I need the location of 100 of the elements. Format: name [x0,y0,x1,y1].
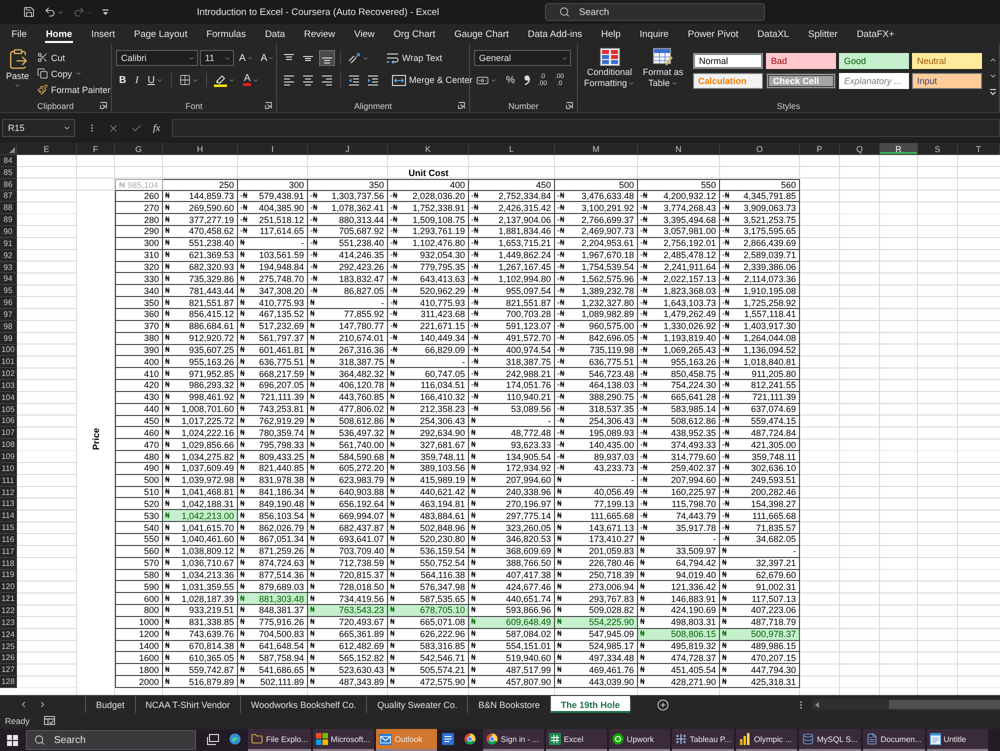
taskbar-app[interactable]: Excel [546,729,607,751]
row-number[interactable]: 107 [0,427,17,440]
taskbar-search-field[interactable]: Search [26,730,196,750]
plus-circle-icon[interactable] [656,698,669,710]
row-number[interactable]: 90 [0,226,17,238]
column-header[interactable]: Q [840,143,880,155]
row-number[interactable]: 120 [0,581,17,594]
format-as-table-button[interactable]: Format as Table [642,48,684,99]
row-number[interactable]: 84 [0,155,17,167]
paste-button[interactable]: Paste [4,48,32,99]
row-number[interactable]: 101 [0,356,17,368]
dialog-launcher[interactable] [458,102,465,109]
row-number[interactable]: 122 [0,605,17,617]
row-number[interactable]: 96 [0,297,17,309]
cut-button[interactable]: Cut [35,50,113,65]
cell-style-option[interactable]: Neutral [912,53,982,69]
row-number[interactable]: 121 [0,593,17,606]
ribbon-tab[interactable]: Insert [82,24,124,44]
name-box[interactable]: R15 [2,119,75,137]
row-number[interactable]: 93 [0,262,17,274]
ribbon-tab[interactable]: Review [294,24,345,44]
row-number[interactable]: 125 [0,640,17,652]
save-button[interactable] [22,5,36,19]
merge-center-button[interactable]: Merge & Center [390,72,485,88]
ribbon-tab[interactable]: View [344,24,384,44]
italic-button[interactable]: I [132,72,142,88]
ribbon-tab[interactable]: Org Chart [384,24,445,44]
taskbar-app[interactable]: Tableau P... [672,729,734,751]
row-number[interactable]: 114 [0,510,17,522]
column-header[interactable]: G [115,143,163,155]
ribbon-tab[interactable]: DataFX+ [847,24,904,44]
ribbon-tab[interactable]: File [2,24,36,44]
dialog-launcher[interactable] [100,102,107,109]
column-header[interactable]: K [388,143,469,155]
ribbon-tab[interactable]: Power Pivot [678,24,748,44]
cell-style-option[interactable]: Good [839,53,910,69]
row-number[interactable]: 88 [0,202,17,214]
copy-button[interactable]: Copy [35,66,113,81]
row-number[interactable]: 113 [0,498,17,510]
row-number[interactable]: 95 [0,285,17,298]
shrink-font-button[interactable]: A [258,50,278,66]
conditional-formatting-button[interactable]: Conditional Formatting [582,48,638,99]
ribbon-tab[interactable]: Data Add-ins [518,24,592,44]
insert-function-button[interactable]: fx [153,122,160,134]
row-number[interactable]: 87 [0,190,17,202]
number-format-dropdown[interactable]: General [474,50,571,66]
cell-style-option[interactable]: Normal [693,53,764,69]
ribbon-tab[interactable]: Splitter [798,24,848,44]
column-header[interactable]: T [958,143,1000,155]
ribbon-tab[interactable]: DataXL [748,24,799,44]
row-number[interactable]: 118 [0,558,17,570]
cell-style-option[interactable]: Bad [766,53,836,69]
row-number[interactable]: 123 [0,616,17,629]
ribbon-tab[interactable]: Gauge Chart [444,24,518,44]
font-color-button[interactable]: A [240,72,262,88]
row-number[interactable]: 103 [0,380,17,392]
ribbon-tab[interactable]: Help [592,24,630,44]
formula-input[interactable] [172,119,1000,137]
row-number[interactable]: 91 [0,238,17,250]
taskbar-app[interactable]: Microsoft... [312,729,374,751]
column-header[interactable]: M [555,143,638,155]
taskbar-app[interactable]: Sign in - ... [482,729,544,751]
customize-button[interactable] [101,8,110,16]
font-name-dropdown[interactable]: Calibri [116,50,198,66]
sheet-tab[interactable]: The 19th Hole [550,696,630,713]
row-number[interactable]: 85 [0,166,17,179]
row-number[interactable]: 105 [0,404,17,416]
dialog-launcher[interactable] [566,102,573,109]
taskbar-app[interactable]: Documen... [862,729,925,751]
row-number[interactable]: 104 [0,392,17,404]
column-header[interactable]: N [638,143,720,155]
ribbon-tab[interactable]: Inquire [630,24,678,44]
row-number[interactable]: 116 [0,534,17,546]
underline-button[interactable]: U [144,72,166,88]
percent-button[interactable]: % [503,72,518,88]
taskbar-app[interactable]: Upwork [608,729,670,751]
cancel-icon[interactable] [108,122,120,134]
row-number[interactable]: 112 [0,486,17,498]
row-number[interactable]: 124 [0,628,17,641]
ribbon-tab[interactable]: Data [255,24,295,44]
row-number[interactable]: 127 [0,664,17,676]
format-painter-button[interactable]: Format Painter [35,82,113,97]
column-header[interactable]: I [238,143,308,155]
select-all-button[interactable] [0,143,17,155]
vertical-align-button[interactable] [319,50,335,66]
check-icon[interactable] [130,122,142,134]
row-number[interactable]: 119 [0,570,17,582]
row-number[interactable]: 97 [0,308,17,321]
row-number[interactable]: 111 [0,474,17,487]
row-number[interactable]: 94 [0,273,17,286]
horizontal-scrollbar[interactable] [812,699,1000,710]
row-number[interactable]: 106 [0,416,17,428]
column-header[interactable]: H [163,143,238,155]
sheet-check-icon[interactable] [44,716,55,726]
row-number[interactable]: 110 [0,462,17,475]
row-number[interactable]: 99 [0,332,17,344]
row-number[interactable]: 92 [0,250,17,262]
column-header[interactable]: R [880,143,918,155]
row-number[interactable]: 100 [0,344,17,356]
bold-button[interactable]: B [116,72,130,88]
